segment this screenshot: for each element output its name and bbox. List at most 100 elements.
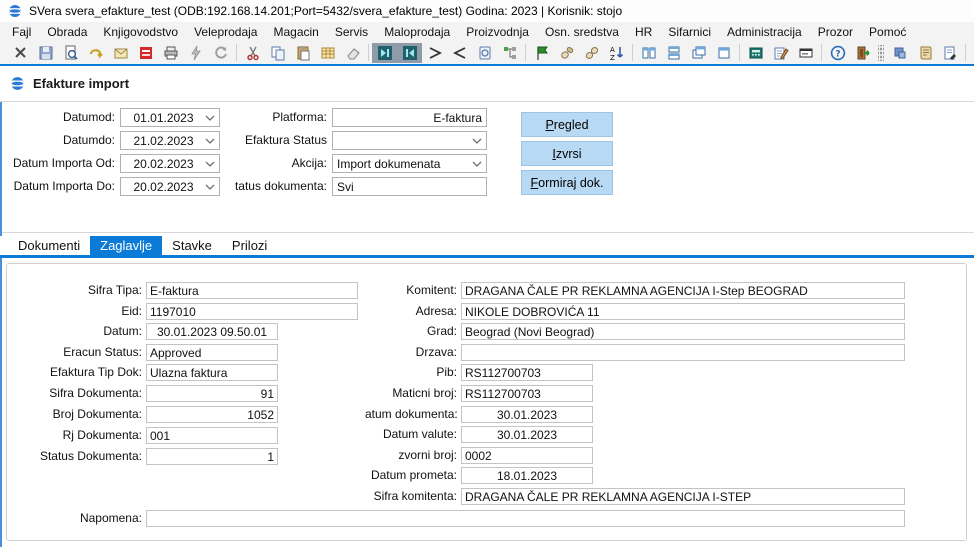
tab-stavke[interactable]: Stavke <box>162 236 222 255</box>
menu-pomoc[interactable]: Pomoć <box>861 23 914 41</box>
edit-note-icon[interactable] <box>768 43 793 63</box>
menu-obrada[interactable]: Obrada <box>39 23 95 41</box>
search-next-icon[interactable] <box>579 43 604 63</box>
tab-zaglavlje[interactable]: Zaglavlje <box>90 236 162 255</box>
nav-prev-icon[interactable] <box>397 43 422 63</box>
datumod-dropdown[interactable]: 01.01.2023 <box>120 108 220 127</box>
detail-row: Sifra Tipa: E-faktura <box>7 282 358 299</box>
izvrsi-button[interactable]: Izvrsi <box>521 141 613 166</box>
sifra-tipa-field[interactable]: E-faktura <box>146 282 358 299</box>
undo-icon[interactable] <box>83 43 108 63</box>
lightning-icon[interactable] <box>183 43 208 63</box>
menu-prozor[interactable]: Prozor <box>810 23 861 41</box>
paste-icon[interactable] <box>290 43 315 63</box>
napomena-label: Napomena: <box>7 510 146 527</box>
komitent-field[interactable]: DRAGANA ČALE PR REKLAMNA AGENCIJA I-Step… <box>461 282 905 299</box>
mail-icon[interactable] <box>108 43 133 63</box>
message-icon[interactable] <box>793 43 818 63</box>
datum-valute-field[interactable]: 30.01.2023 <box>461 426 593 443</box>
eraser-icon[interactable] <box>340 43 365 63</box>
menu-maloprodaja[interactable]: Maloprodaja <box>376 23 458 41</box>
menu-sifarnici[interactable]: Sifarnici <box>660 23 719 41</box>
platforma-field[interactable]: E-faktura <box>332 108 487 127</box>
menu-magacin[interactable]: Magacin <box>265 23 326 41</box>
cut-icon[interactable] <box>240 43 265 63</box>
sort-az-icon[interactable]: AZ <box>604 43 629 63</box>
menu-proizvodnja[interactable]: Proizvodnja <box>458 23 537 41</box>
akcija-dropdown[interactable]: Import dokumenata <box>332 154 487 173</box>
rj-dokumenta-field[interactable]: 001 <box>146 427 278 444</box>
save-icon[interactable] <box>33 43 58 63</box>
window-icon[interactable] <box>711 43 736 63</box>
tab-dokumenti[interactable]: Dokumenti <box>8 236 90 255</box>
detail-row: Eracun Status: Approved <box>7 344 278 361</box>
close-icon[interactable] <box>8 43 33 63</box>
pib-field[interactable]: RS112700703 <box>461 364 593 381</box>
menu-osn-sredstva[interactable]: Osn. sredstva <box>537 23 627 41</box>
bookmark-icon[interactable] <box>887 43 912 63</box>
table-icon[interactable] <box>315 43 340 63</box>
refresh-icon[interactable] <box>208 43 233 63</box>
filter-row-datumdo: Datumdo: 21.02.2023 <box>5 131 220 150</box>
copy-icon[interactable] <box>265 43 290 63</box>
napomena-field[interactable] <box>146 510 905 527</box>
menu-hr[interactable]: HR <box>627 23 660 41</box>
status-dokumenta-field[interactable]: Svi <box>332 177 487 196</box>
menu-fajl[interactable]: Fajl <box>4 23 39 41</box>
status-dokumenta-detail-field[interactable]: 1 <box>146 448 278 465</box>
datum-label: Datum: <box>7 323 146 340</box>
broj-dokumenta-field[interactable]: 1052 <box>146 406 278 423</box>
maticni-broj-field[interactable]: RS112700703 <box>461 385 593 402</box>
eid-field[interactable]: 1197010 <box>146 303 358 320</box>
efaktura-tip-dok-field[interactable]: Ulazna faktura <box>146 364 278 381</box>
izvorni-broj-field[interactable]: 0002 <box>461 447 593 464</box>
search-icon[interactable] <box>554 43 579 63</box>
detail-row: Komitent: DRAGANA ČALE PR REKLAMNA AGENC… <box>365 282 905 299</box>
menu-administracija[interactable]: Administracija <box>719 23 810 41</box>
menu-servis[interactable]: Servis <box>327 23 376 41</box>
flag-icon[interactable] <box>529 43 554 63</box>
tab-prilozi[interactable]: Prilozi <box>222 236 277 255</box>
eracun-status-field[interactable]: Approved <box>146 344 278 361</box>
datum-importa-do-dropdown[interactable]: 20.02.2023 <box>120 177 220 196</box>
toolbar-grip[interactable] <box>878 45 884 61</box>
sifra-komitenta-field[interactable]: DRAGANA ČALE PR REKLAMNA AGENCIJA I-STEP <box>461 488 905 505</box>
calculator-icon[interactable] <box>743 43 768 63</box>
sifra-dokumenta-field[interactable]: 91 <box>146 385 278 402</box>
datum-prometa-field[interactable]: 18.01.2023 <box>461 467 593 484</box>
toolbar: AZ ? <box>0 41 974 66</box>
grad-field[interactable]: Beograd (Novi Beograd) <box>461 323 905 340</box>
database-icon[interactable] <box>969 43 974 63</box>
help-icon[interactable]: ? <box>825 43 850 63</box>
greater-icon[interactable] <box>422 43 447 63</box>
formiraj-dok-button[interactable]: Formiraj dok. <box>521 170 613 195</box>
datum-field[interactable]: 30.01.2023 09.50.01 <box>146 323 278 340</box>
drzava-field[interactable] <box>461 344 905 361</box>
pregled-button[interactable]: Pregled <box>521 112 613 137</box>
datum-dokumenta-field[interactable]: 30.01.2023 <box>461 406 593 423</box>
detail-row: Grad: Beograd (Novi Beograd) <box>365 323 905 340</box>
less-icon[interactable] <box>447 43 472 63</box>
hierarchy-icon[interactable] <box>497 43 522 63</box>
pdf-export-icon[interactable] <box>133 43 158 63</box>
print-preview-icon[interactable] <box>58 43 83 63</box>
zoom-doc-icon[interactable] <box>472 43 497 63</box>
cascade-icon[interactable] <box>686 43 711 63</box>
detail-row: Datum valute: 30.01.2023 <box>365 426 593 443</box>
menu-veleprodaja[interactable]: Veleprodaja <box>186 23 265 41</box>
menu-knjigovodstvo[interactable]: Knjigovodstvo <box>95 23 186 41</box>
exit-icon[interactable] <box>850 43 875 63</box>
tile-horizontal-icon[interactable] <box>661 43 686 63</box>
filter-row-platforma: Platforma: E-faktura <box>230 108 487 127</box>
datum-importa-od-dropdown[interactable]: 20.02.2023 <box>120 154 220 173</box>
journal-icon[interactable] <box>912 43 937 63</box>
nav-next-icon[interactable] <box>372 43 397 63</box>
adresa-label: Adresa: <box>365 303 461 320</box>
efaktura-status-dropdown[interactable] <box>332 131 487 150</box>
printer-icon[interactable] <box>158 43 183 63</box>
export-doc-icon[interactable] <box>937 43 962 63</box>
datumdo-dropdown[interactable]: 21.02.2023 <box>120 131 220 150</box>
filter-panel: Datumod: 01.01.2023 Datumdo: 21.02.2023 … <box>2 102 974 233</box>
tile-vertical-icon[interactable] <box>636 43 661 63</box>
adresa-field[interactable]: NIKOLE DOBROVIĆA 11 <box>461 303 905 320</box>
